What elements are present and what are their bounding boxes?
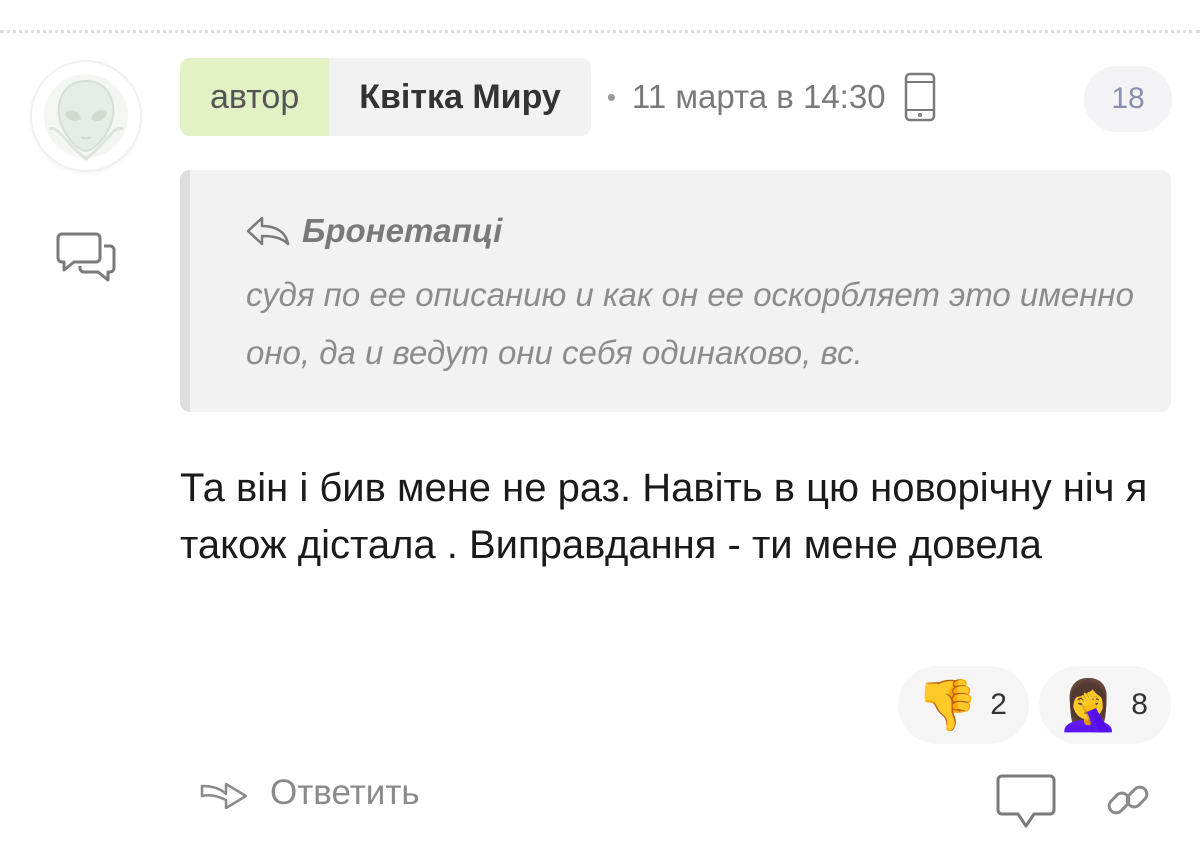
phone-icon	[904, 72, 935, 122]
quote-author-line: Бронетапці	[244, 212, 502, 250]
reaction-count: 2	[990, 688, 1007, 721]
reaction-count: 8	[1131, 688, 1148, 721]
comment-body: Та він і бив мене не раз. Навіть в цю но…	[180, 466, 1148, 567]
reaction-thumbs-down[interactable]: 👎 2	[898, 666, 1029, 744]
comment-header: автор Квітка Миру • 11 марта в 14:30	[180, 58, 936, 136]
reply-arrow-icon	[200, 782, 248, 810]
avatar[interactable]	[32, 62, 140, 170]
quote-author[interactable]: Бронетапці	[302, 212, 502, 250]
quoted-comment[interactable]: Бронетапці судя по ее описанию и как он …	[180, 170, 1171, 412]
reply-button[interactable]: Ответить	[198, 772, 420, 814]
author-pill[interactable]: автор Квітка Миру	[180, 58, 591, 136]
reaction-facepalm[interactable]: 🤦‍♀️ 8	[1039, 666, 1171, 744]
reply-label: Ответить	[270, 773, 420, 812]
comments-icon[interactable]	[56, 228, 120, 284]
quote-text: судя по ее описанию и как он ее оскорбля…	[246, 276, 1134, 371]
reply-arrow-icon	[246, 216, 290, 246]
avatar-alien-icon	[44, 74, 128, 161]
thumbs-down-icon: 👎	[916, 676, 979, 734]
separator-dot: •	[606, 81, 616, 112]
link-icon[interactable]	[1104, 776, 1152, 824]
facepalm-icon: 🤦‍♀️	[1057, 676, 1120, 734]
author-name[interactable]: Квітка Миру	[329, 58, 591, 136]
comment-bubble-icon[interactable]	[996, 772, 1056, 830]
author-label: автор	[180, 58, 330, 136]
comment-timestamp[interactable]: 11 марта в 14:30	[632, 78, 886, 116]
comment-rating-badge[interactable]: 18	[1084, 66, 1172, 132]
top-divider	[0, 30, 1200, 33]
